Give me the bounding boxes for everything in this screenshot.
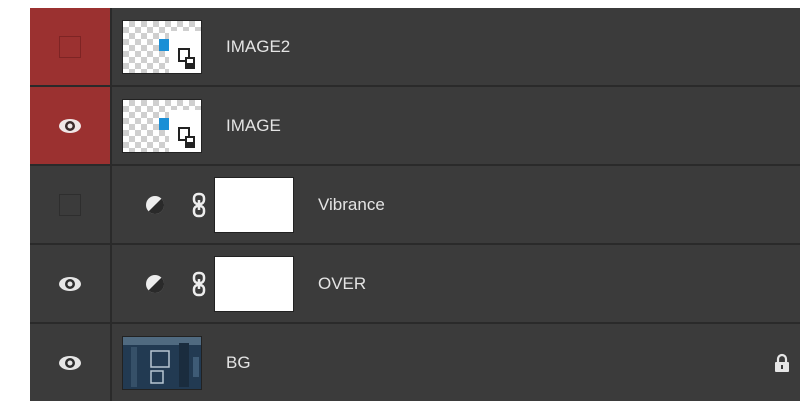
- visibility-toggle[interactable]: [30, 87, 112, 164]
- chain-link-icon[interactable]: [192, 271, 206, 297]
- layer-mask-thumbnail[interactable]: [214, 176, 294, 233]
- lock-icon[interactable]: [774, 353, 790, 373]
- layer-mask-thumbnail[interactable]: [214, 255, 294, 312]
- layer-thumbnail[interactable]: [122, 19, 202, 74]
- layer-row-vibrance[interactable]: Vibrance: [30, 166, 800, 245]
- smart-object-icon: [173, 123, 201, 152]
- adjustment-layer-icon: [146, 195, 165, 214]
- visibility-toggle[interactable]: [30, 324, 112, 401]
- chain-link-icon[interactable]: [192, 192, 206, 218]
- visibility-toggle[interactable]: [30, 8, 112, 85]
- layer-thumbnail[interactable]: [122, 98, 202, 153]
- layer-name[interactable]: Vibrance: [318, 195, 385, 215]
- adjustment-layer-icon: [146, 274, 165, 293]
- thumbnail-blue-shape: [159, 117, 169, 130]
- smart-object-icon: [173, 44, 201, 73]
- visibility-toggle[interactable]: [30, 245, 112, 322]
- layer-name[interactable]: IMAGE2: [226, 37, 290, 57]
- layer-row-over[interactable]: OVER: [30, 245, 800, 324]
- layer-row-image[interactable]: IMAGE: [30, 87, 800, 166]
- layer-row-image2[interactable]: IMAGE2: [30, 8, 800, 87]
- layer-name[interactable]: OVER: [318, 274, 366, 294]
- layer-name[interactable]: IMAGE: [226, 116, 281, 136]
- visibility-empty-box: [59, 35, 81, 58]
- layer-name[interactable]: BG: [226, 353, 251, 373]
- visibility-empty-box: [59, 193, 81, 216]
- visibility-toggle[interactable]: [30, 166, 112, 243]
- eye-icon: [58, 355, 82, 371]
- layers-panel: IMAGE2 IMAGE Vibrance OVER BG: [30, 8, 800, 401]
- eye-icon: [58, 276, 82, 292]
- thumbnail-blue-shape: [159, 38, 169, 51]
- layer-row-bg[interactable]: BG: [30, 324, 800, 401]
- layer-thumbnail[interactable]: [122, 335, 202, 390]
- background-photo-image: [123, 336, 201, 389]
- eye-icon: [58, 118, 82, 134]
